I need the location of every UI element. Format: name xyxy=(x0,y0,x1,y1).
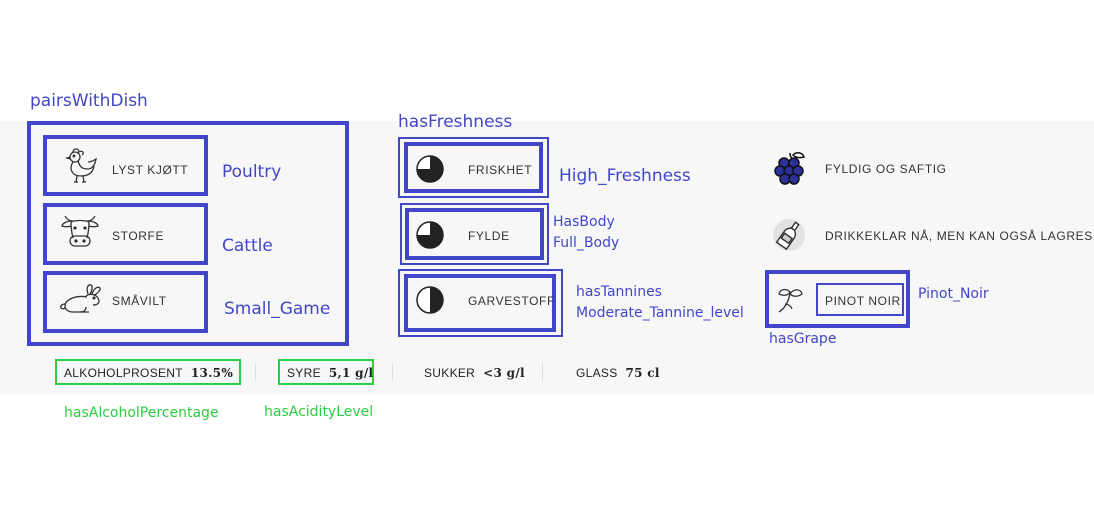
dish-label-cattle: STORFE xyxy=(112,229,165,243)
annotation-poultry: Poultry xyxy=(222,162,282,182)
property-label-freshness: FRISKHET xyxy=(468,163,533,177)
acid-stat: SYRE 5,1 g/l xyxy=(287,366,373,380)
dish-label-poultry: LYST KJØTT xyxy=(112,163,189,177)
property-label-body: FYLDE xyxy=(468,229,510,243)
rabbit-icon xyxy=(60,284,101,313)
bottle-icon xyxy=(773,219,805,251)
glass-label: GLASS xyxy=(576,366,618,380)
vine-leaf-icon xyxy=(778,288,803,313)
alcohol-value: 13.5% xyxy=(190,366,234,380)
annotation-cattle: Cattle xyxy=(222,236,273,256)
pie-gauge-icon xyxy=(416,155,444,183)
annotation-has-grape: hasGrape xyxy=(769,331,837,347)
stat-divider xyxy=(255,363,256,381)
annotation-pairs-with-dish: pairsWithDish xyxy=(30,91,148,111)
glass-stat: GLASS 75 cl xyxy=(576,366,660,380)
annotation-has-tannines: hasTannines xyxy=(576,284,662,300)
annotation-small-game: Small_Game xyxy=(224,299,331,319)
alcohol-label: ALKOHOLPROSENT xyxy=(64,366,183,380)
sugar-label: SUKKER xyxy=(424,366,476,380)
pie-gauge-icon xyxy=(416,286,444,314)
characteristic-label-taste: FYLDIG OG SAFTIG xyxy=(825,162,947,176)
sugar-value: <3 g/l xyxy=(483,366,525,380)
sugar-stat: SUKKER <3 g/l xyxy=(424,366,525,380)
acid-label: SYRE xyxy=(287,366,321,380)
annotation-high-freshness: High_Freshness xyxy=(559,166,691,186)
glass-value: 75 cl xyxy=(625,366,660,380)
stat-divider xyxy=(392,363,393,381)
annotation-full-body: Full_Body xyxy=(553,235,620,251)
annotation-has-alcohol-percentage: hasAlcoholPercentage xyxy=(64,405,219,421)
acid-value: 5,1 g/l xyxy=(328,366,374,380)
grapes-icon xyxy=(774,152,805,185)
pie-gauge-icon xyxy=(416,221,444,249)
chicken-icon xyxy=(64,148,97,183)
characteristic-label-storage: DRIKKEKLAR NÅ, MEN KAN OGSÅ LAGRES xyxy=(825,229,1093,243)
annotation-has-acidity-level: hasAcidityLevel xyxy=(264,404,374,420)
annotation-moderate-tannine: Moderate_Tannine_level xyxy=(576,305,744,321)
annotation-has-freshness: hasFreshness xyxy=(398,112,513,132)
cow-icon xyxy=(61,215,99,247)
stat-divider xyxy=(542,363,543,381)
dish-label-small-game: SMÅVILT xyxy=(112,294,167,308)
alcohol-stat: ALKOHOLPROSENT 13.5% xyxy=(64,366,233,380)
annotation-has-body: HasBody xyxy=(553,214,615,230)
property-label-tannins: GARVESTOFF xyxy=(468,294,555,308)
annotation-pinot-noir: Pinot_Noir xyxy=(918,286,989,302)
characteristic-label-grape: PINOT NOIR xyxy=(825,294,901,308)
